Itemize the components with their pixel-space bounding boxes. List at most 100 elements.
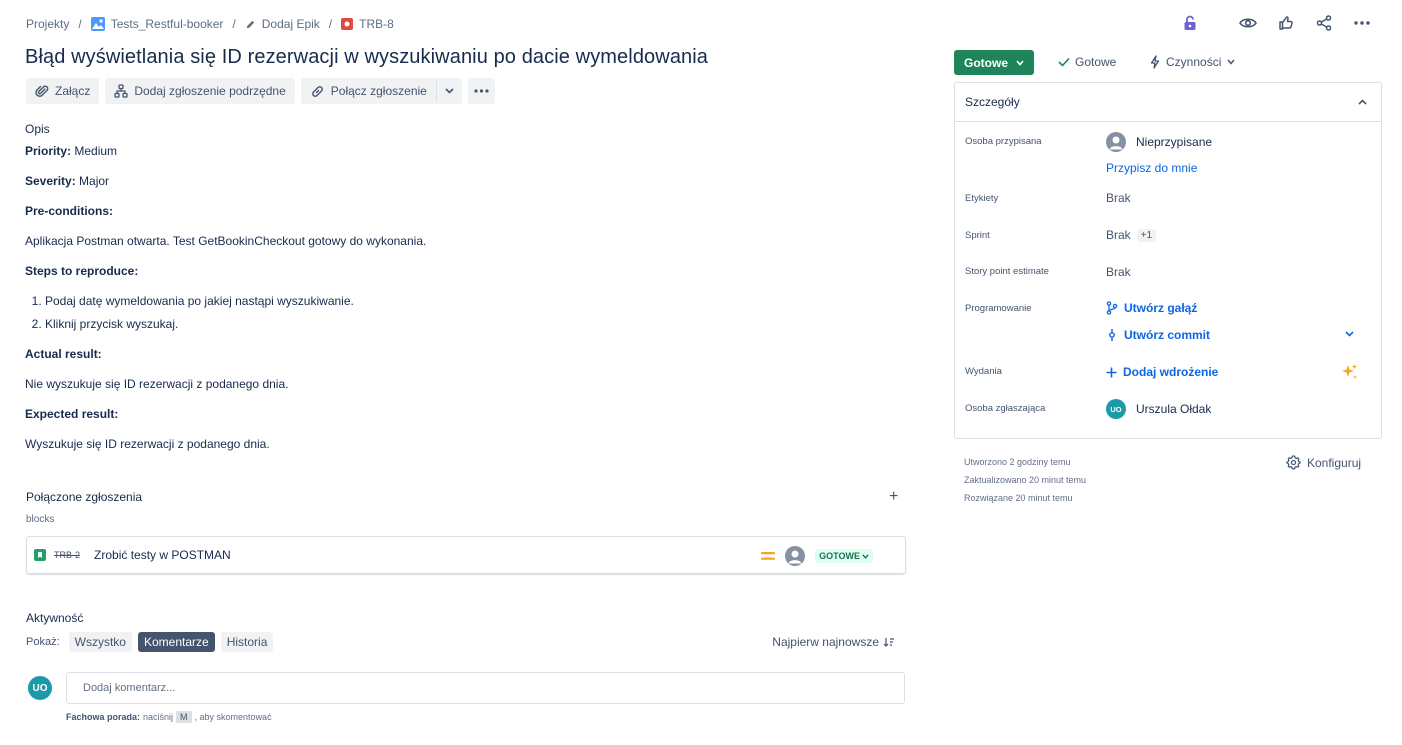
steps-heading: Steps to reproduce: bbox=[25, 264, 905, 278]
linked-issue-summary[interactable]: Zrobić testy w POSTMAN bbox=[94, 548, 231, 562]
status-transition-button[interactable]: Gotowe bbox=[954, 50, 1034, 75]
more-options-icon[interactable] bbox=[1352, 13, 1372, 33]
description-label: Opis bbox=[25, 122, 50, 136]
branch-icon bbox=[1106, 301, 1118, 315]
breadcrumb-add-epic[interactable]: Dodaj Epik bbox=[245, 17, 320, 31]
create-branch-label: Utwórz gałąź bbox=[1124, 301, 1198, 315]
description[interactable]: Opis Priority: Medium Severity: Major Pr… bbox=[25, 122, 905, 467]
chevron-up-icon bbox=[1358, 99, 1367, 105]
linked-issue-status[interactable]: GOTOWE bbox=[815, 549, 873, 563]
status-label: Gotowe bbox=[964, 55, 1008, 70]
actual-text: Nie wyszukuje się ID rezerwacji z podane… bbox=[25, 377, 289, 391]
sort-order-button[interactable]: Najpierw najnowsze bbox=[772, 635, 895, 649]
watch-eye-icon[interactable] bbox=[1238, 13, 1258, 33]
sort-label: Najpierw najnowsze bbox=[772, 635, 879, 649]
reporter-value[interactable]: UO Urszula Ołdak bbox=[1106, 399, 1211, 419]
commit-icon bbox=[1106, 328, 1118, 342]
issue-title[interactable]: Błąd wyświetlania się ID rezerwacji w wy… bbox=[25, 46, 708, 69]
chevron-down-icon[interactable] bbox=[1345, 331, 1354, 337]
reporter-label: Osoba zgłaszająca bbox=[965, 403, 1046, 414]
share-icon[interactable] bbox=[1314, 13, 1334, 33]
bug-icon bbox=[341, 18, 354, 30]
gear-icon bbox=[1286, 455, 1301, 470]
add-child-issue-button[interactable]: Dodaj zgłoszenie podrzędne bbox=[105, 78, 295, 104]
actions-button[interactable]: Czynności bbox=[1150, 55, 1235, 69]
story-points-value[interactable]: Brak bbox=[1106, 265, 1131, 279]
tip-post: , aby skomentować bbox=[194, 712, 272, 722]
tip-bold: Fachowa porada: bbox=[66, 712, 141, 722]
link-issue-group: Połącz zgłoszenie bbox=[300, 78, 462, 104]
sprint-value[interactable]: Brak +1 bbox=[1106, 228, 1157, 242]
breadcrumb-issue[interactable]: TRB-8 bbox=[341, 17, 394, 31]
activity-title: Aktywność bbox=[26, 611, 84, 625]
link-relation-label: blocks bbox=[26, 514, 55, 525]
linked-issue-row[interactable]: TRB-2 Zrobić testy w POSTMAN GOTOWE bbox=[26, 536, 906, 574]
linked-issue-key[interactable]: TRB-2 bbox=[54, 550, 80, 560]
updated-date: Zaktualizowano 20 minut temu bbox=[964, 475, 1087, 485]
steps-list: Podaj datę wymeldowania po jakiej nastąp… bbox=[45, 294, 905, 331]
issue-toolbar: Załącz Dodaj zgłoszenie podrzędne Połącz… bbox=[26, 78, 495, 104]
labels-value[interactable]: Brak bbox=[1106, 191, 1131, 205]
filter-history[interactable]: Historia bbox=[220, 632, 274, 652]
breadcrumb-separator: / bbox=[232, 17, 236, 31]
actual-label: Actual result: bbox=[25, 347, 102, 361]
actual-heading: Actual result: bbox=[25, 347, 905, 361]
project-avatar-icon bbox=[90, 17, 105, 31]
assign-to-me-link[interactable]: Przypisz do mnie bbox=[1106, 161, 1197, 175]
create-commit-link[interactable]: Utwórz commit bbox=[1106, 328, 1210, 342]
link-issue-dropdown[interactable] bbox=[437, 78, 462, 104]
tip-pre: naciśnij bbox=[143, 712, 174, 722]
create-branch-link[interactable]: Utwórz gałąź bbox=[1106, 301, 1197, 315]
reporter-avatar: UO bbox=[1106, 399, 1126, 419]
current-user-avatar: UO bbox=[28, 676, 52, 700]
tip-key: M bbox=[176, 711, 192, 723]
resolution-indicator: Gotowe bbox=[1058, 55, 1116, 69]
expected-text: Wyszukuje się ID rezerwacji z podanego d… bbox=[25, 437, 270, 451]
sparkle-ai-icon[interactable] bbox=[1341, 363, 1359, 381]
priority-line: Priority: Medium bbox=[25, 144, 905, 158]
assignee-label: Osoba przypisana bbox=[965, 136, 1042, 147]
assignee-value[interactable]: Nieprzypisane bbox=[1106, 132, 1212, 152]
like-thumb-icon[interactable] bbox=[1276, 13, 1296, 33]
activity-filters: Pokaż: Wszystko Komentarze Historia bbox=[26, 632, 274, 652]
link-issue-button[interactable]: Połącz zgłoszenie bbox=[301, 78, 436, 104]
preconditions-heading: Pre-conditions: bbox=[25, 204, 905, 218]
labels-label: Etykiety bbox=[965, 193, 999, 204]
breadcrumb-projects[interactable]: Projekty bbox=[26, 17, 69, 31]
add-child-label: Dodaj zgłoszenie podrzędne bbox=[134, 84, 286, 98]
details-panel: Szczegóły Osoba przypisana Nieprzypisane… bbox=[954, 82, 1382, 439]
step-item: Podaj datę wymeldowania po jakiej nastąp… bbox=[45, 294, 905, 308]
attach-button[interactable]: Załącz bbox=[26, 78, 100, 104]
sort-icon bbox=[883, 637, 895, 647]
link-icon bbox=[310, 84, 325, 99]
lock-icon[interactable] bbox=[1180, 13, 1200, 33]
steps-label: Steps to reproduce: bbox=[25, 264, 139, 278]
breadcrumb-separator: / bbox=[328, 17, 333, 31]
breadcrumb-project-label: Tests_Restful-booker bbox=[110, 17, 224, 31]
reporter-name: Urszula Ołdak bbox=[1136, 402, 1212, 416]
add-deployment-label: Dodaj wdrożenie bbox=[1123, 365, 1219, 379]
linked-issue-meta: GOTOWE bbox=[761, 546, 873, 566]
unassigned-avatar-icon bbox=[1106, 132, 1126, 152]
priority-medium-icon bbox=[761, 551, 776, 561]
filter-comments[interactable]: Komentarze bbox=[137, 632, 215, 652]
comment-input[interactable]: Dodaj komentarz... bbox=[66, 672, 905, 704]
more-toolbar-button[interactable] bbox=[467, 78, 495, 104]
plus-icon bbox=[1106, 367, 1117, 378]
created-date: Utworzono 2 godziny temu bbox=[964, 457, 1071, 467]
add-deployment-link[interactable]: Dodaj wdrożenie bbox=[1106, 365, 1218, 379]
resolved-date: Rozwiązane 20 minut temu bbox=[964, 493, 1073, 503]
development-label: Programowanie bbox=[965, 303, 1032, 314]
breadcrumb-project[interactable]: Tests_Restful-booker bbox=[90, 17, 224, 31]
top-actions bbox=[1180, 13, 1372, 33]
configure-button[interactable]: Konfiguruj bbox=[1286, 455, 1361, 470]
actions-label: Czynności bbox=[1166, 55, 1222, 69]
filter-all[interactable]: Wszystko bbox=[68, 632, 132, 652]
story-icon bbox=[34, 549, 46, 561]
add-linked-issue-button[interactable]: + bbox=[889, 488, 898, 506]
chevron-down-icon bbox=[1227, 59, 1235, 65]
chevron-down-icon bbox=[1016, 59, 1024, 66]
step-item: Kliknij przycisk wyszukaj. bbox=[45, 317, 905, 331]
link-issue-label: Połącz zgłoszenie bbox=[330, 84, 427, 98]
details-header[interactable]: Szczegóły bbox=[955, 83, 1381, 122]
